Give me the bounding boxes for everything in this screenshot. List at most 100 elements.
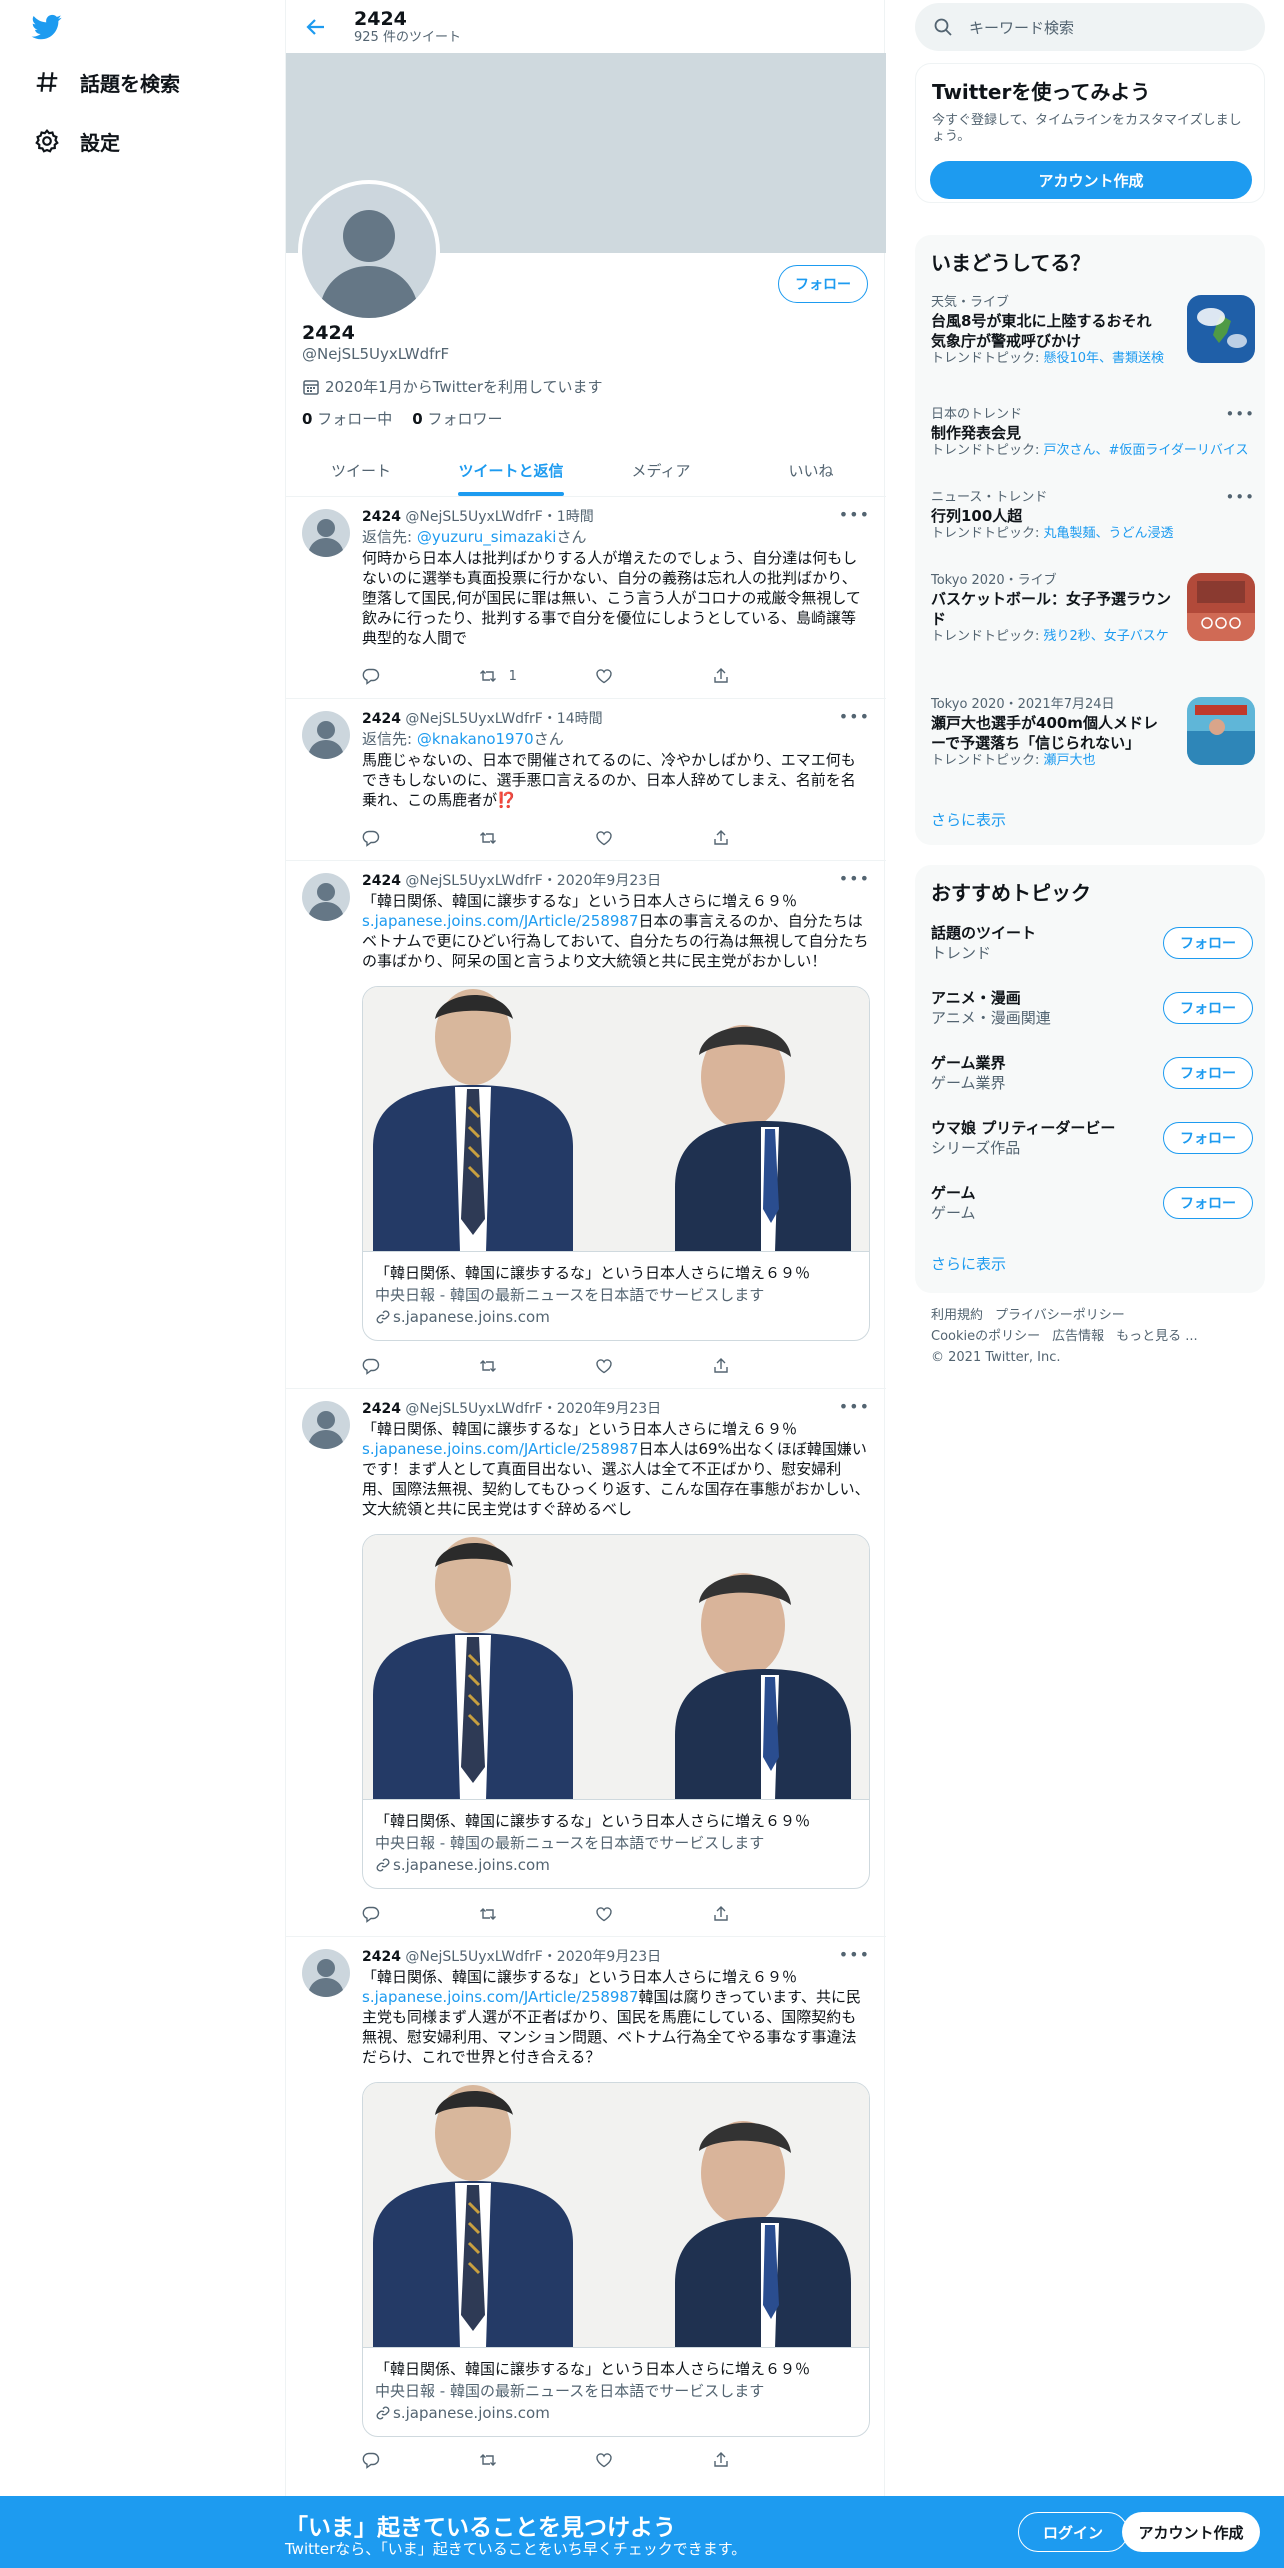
retweet-button[interactable] — [479, 2451, 569, 2469]
reply-to-link[interactable]: @knakano1970 — [417, 730, 534, 748]
topic-item[interactable]: 話題のツイート トレンド フォロー — [931, 923, 1253, 967]
create-account-button[interactable]: アカウント作成 — [930, 161, 1252, 199]
tweet-author-name[interactable]: 2424 — [362, 873, 401, 889]
trend-topics-links[interactable]: 戸次さん、#仮面ライダーリバイス — [1044, 443, 1249, 458]
tweet-avatar[interactable] — [302, 873, 350, 921]
topic-item[interactable]: ウマ娘 プリティーダービー シリーズ作品 フォロー — [931, 1118, 1253, 1162]
link-card[interactable]: 「韓日関係、韓国に譲歩するな」という日本人さらに増え６９％ 中央日報 - 韓国の… — [362, 1534, 870, 1889]
topic-follow-button[interactable]: フォロー — [1163, 992, 1253, 1024]
trend-item[interactable]: ••• 日本のトレンド 制作発表会見 トレンドトピック: 戸次さん、#仮面ライダ… — [931, 405, 1255, 459]
reply-button[interactable] — [362, 1905, 452, 1923]
trends-show-more[interactable]: さらに表示 — [931, 809, 1006, 830]
trend-topics-links[interactable]: 残り2秒、女子バスケ — [1044, 629, 1169, 644]
tweet-author-name[interactable]: 2424 — [362, 711, 401, 727]
tweet-link[interactable]: s.japanese.joins.com/JArticle/258987 — [362, 1440, 639, 1458]
tweet-time[interactable]: 2020年9月23日 — [557, 873, 661, 889]
tweet-avatar[interactable] — [302, 1401, 350, 1449]
footer-privacy[interactable]: プライバシーポリシー — [995, 1308, 1125, 1323]
share-button[interactable] — [712, 1357, 802, 1375]
more-options-icon[interactable]: ••• — [1225, 488, 1255, 506]
tab-likes[interactable]: いいね — [736, 444, 886, 496]
share-button[interactable] — [712, 2451, 802, 2469]
follow-button[interactable]: フォロー — [778, 265, 868, 303]
tab-tweets[interactable]: ツイート — [286, 444, 436, 496]
topics-show-more[interactable]: さらに表示 — [931, 1253, 1006, 1274]
link-card[interactable]: 「韓日関係、韓国に譲歩するな」という日本人さらに増え６９％ 中央日報 - 韓国の… — [362, 986, 870, 1341]
topic-follow-button[interactable]: フォロー — [1163, 927, 1253, 959]
retweet-button[interactable] — [479, 1905, 569, 1923]
tweet[interactable]: ••• 2424 @NejSL5UyxLWdfrF・14時間 返信先: @kna… — [286, 699, 886, 861]
tweet-time[interactable]: 1時間 — [557, 509, 594, 525]
trend-item[interactable]: Tokyo 2020・ライブ バスケットボール：女子予選ラウンド トレンドトピッ… — [931, 573, 1255, 645]
footer-terms[interactable]: 利用規約 — [931, 1308, 983, 1323]
tweet-author-name[interactable]: 2424 — [362, 1949, 401, 1965]
tweet[interactable]: ••• 2424 @NejSL5UyxLWdfrF・1時間 返信先: @yuzu… — [286, 497, 886, 699]
tweet-time[interactable]: 14時間 — [557, 711, 603, 727]
trend-item[interactable]: Tokyo 2020・2021年7月24日 瀬戸大也選手が400m個人メドレーで… — [931, 697, 1255, 769]
footer-ads[interactable]: 広告情報 — [1052, 1329, 1104, 1344]
nav-explore[interactable]: 話題を検索 — [34, 60, 180, 104]
reply-button[interactable] — [362, 1357, 452, 1375]
reply-button[interactable] — [362, 829, 452, 847]
back-arrow-icon[interactable] — [304, 15, 328, 39]
topic-follow-button[interactable]: フォロー — [1163, 1187, 1253, 1219]
search-input[interactable]: キーワード検索 — [969, 17, 1074, 38]
search-box[interactable]: キーワード検索 — [915, 3, 1265, 51]
tab-media[interactable]: メディア — [586, 444, 736, 496]
link-card[interactable]: 「韓日関係、韓国に譲歩するな」という日本人さらに増え６９％ 中央日報 - 韓国の… — [362, 2082, 870, 2437]
like-button[interactable] — [595, 1905, 685, 1923]
topic-item[interactable]: ゲーム業界 ゲーム業界 フォロー — [931, 1053, 1253, 1097]
reply-to-link[interactable]: @yuzuru_simazaki — [417, 528, 557, 546]
topic-follow-button[interactable]: フォロー — [1163, 1122, 1253, 1154]
reply-button[interactable] — [362, 667, 452, 685]
trend-topics-links[interactable]: 懸役10年、書類送検 — [1044, 351, 1165, 366]
login-button[interactable]: ログイン — [1018, 2512, 1128, 2552]
tweet-avatar[interactable] — [302, 1949, 350, 1997]
trend-item[interactable]: 天気・ライブ 台風8号が東北に上陸するおそれ 気象庁が警戒呼びかけ トレンドトピ… — [931, 295, 1255, 367]
share-button[interactable] — [712, 1905, 802, 1923]
topic-follow-button[interactable]: フォロー — [1163, 1057, 1253, 1089]
like-button[interactable] — [595, 667, 685, 685]
tweet-time[interactable]: 2020年9月23日 — [557, 1949, 661, 1965]
tweet-link[interactable]: s.japanese.joins.com/JArticle/258987 — [362, 912, 639, 930]
share-button[interactable] — [712, 829, 802, 847]
footer-more[interactable]: もっと見る ... — [1116, 1329, 1198, 1344]
like-button[interactable] — [595, 2451, 685, 2469]
tab-tweets-and-replies[interactable]: ツイートと返信 — [436, 444, 586, 496]
signup-button[interactable]: アカウント作成 — [1122, 2512, 1260, 2552]
footer-cookie[interactable]: Cookieのポリシー — [931, 1329, 1040, 1344]
tweet-time[interactable]: 2020年9月23日 — [557, 1401, 661, 1417]
tweet-author-handle[interactable]: @NejSL5UyxLWdfrF — [405, 873, 542, 889]
tweet[interactable]: ••• 2424 @NejSL5UyxLWdfrF・2020年9月23日 「韓日… — [286, 1937, 886, 2497]
tweet-author-handle[interactable]: @NejSL5UyxLWdfrF — [405, 1401, 542, 1417]
retweet-button[interactable] — [479, 829, 569, 847]
topic-item[interactable]: ゲーム ゲーム フォロー — [931, 1183, 1253, 1227]
share-button[interactable] — [712, 667, 802, 685]
like-button[interactable] — [595, 829, 685, 847]
twitter-logo-icon[interactable] — [30, 12, 64, 42]
tweet-avatar[interactable] — [302, 509, 350, 557]
tweet-avatar[interactable] — [302, 711, 350, 759]
more-options-icon[interactable]: ••• — [1225, 405, 1255, 423]
nav-settings[interactable]: 設定 — [34, 119, 120, 163]
following-link[interactable]: 0 フォロー中 — [302, 408, 392, 429]
like-button[interactable] — [595, 1357, 685, 1375]
trend-topics-links[interactable]: 瀬戸大也 — [1044, 753, 1096, 768]
share-icon — [712, 1905, 730, 1923]
topic-item[interactable]: アニメ・漫画 アニメ・漫画関連 フォロー — [931, 988, 1253, 1032]
tweet[interactable]: ••• 2424 @NejSL5UyxLWdfrF・2020年9月23日 「韓日… — [286, 861, 886, 1389]
reply-button[interactable] — [362, 2451, 452, 2469]
tweet-author-handle[interactable]: @NejSL5UyxLWdfrF — [405, 509, 542, 525]
trend-topics-links[interactable]: 丸亀製麺、うどん浸透 — [1044, 526, 1174, 541]
tweet-author-handle[interactable]: @NejSL5UyxLWdfrF — [405, 711, 542, 727]
tweet[interactable]: ••• 2424 @NejSL5UyxLWdfrF・2020年9月23日 「韓日… — [286, 1389, 886, 1937]
followers-link[interactable]: 0 フォロワー — [412, 408, 502, 429]
retweet-button[interactable] — [479, 1357, 569, 1375]
retweet-button[interactable]: 1 — [479, 667, 569, 685]
profile-avatar[interactable] — [298, 180, 440, 322]
tweet-author-name[interactable]: 2424 — [362, 509, 401, 525]
tweet-link[interactable]: s.japanese.joins.com/JArticle/258987 — [362, 1988, 639, 2006]
trend-item[interactable]: ••• ニュース・トレンド 行列100人超 トレンドトピック: 丸亀製麺、うどん… — [931, 488, 1255, 542]
tweet-author-handle[interactable]: @NejSL5UyxLWdfrF — [405, 1949, 542, 1965]
tweet-author-name[interactable]: 2424 — [362, 1401, 401, 1417]
